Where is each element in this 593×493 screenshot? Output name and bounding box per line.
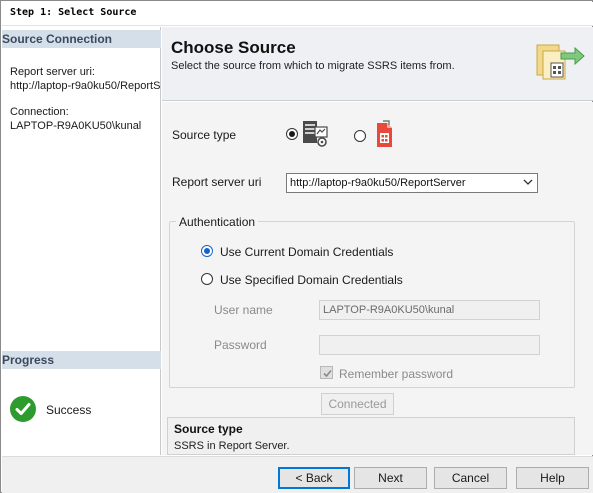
chevron-down-icon[interactable] xyxy=(523,177,533,187)
report-server-uri-select[interactable]: http://laptop-r9a0ku50/ReportServer xyxy=(286,173,538,193)
source-connection-header: Source Connection xyxy=(2,30,161,48)
user-name-value: LAPTOP-R9A0KU50\kunal xyxy=(323,304,455,316)
connected-button[interactable]: Connected xyxy=(321,393,394,415)
source-type-report-server-radio[interactable] xyxy=(286,128,298,140)
title-bar: Step 1: Select Source xyxy=(2,2,593,26)
migrate-source-icon xyxy=(535,41,585,81)
success-check-icon xyxy=(10,396,36,422)
password-field[interactable] xyxy=(319,335,540,355)
report-server-uri-label: Report server uri xyxy=(172,175,262,189)
remember-password-label[interactable]: Remember password xyxy=(339,367,453,381)
authentication-legend: Authentication xyxy=(176,215,259,229)
report-server-icon[interactable] xyxy=(301,119,331,149)
info-title: Source type xyxy=(174,422,243,436)
specified-domain-credentials-radio[interactable] xyxy=(201,273,213,285)
connection-value: LAPTOP-R9A0KU50\kunal xyxy=(10,120,142,132)
report-server-uri-select-value: http://laptop-r9a0ku50/ReportServer xyxy=(290,177,466,189)
current-domain-credentials-label[interactable]: Use Current Domain Credentials xyxy=(220,245,393,259)
remember-password-checkbox[interactable] xyxy=(320,366,333,379)
page-subtitle: Select the source from which to migrate … xyxy=(171,60,455,72)
back-button[interactable]: < Back xyxy=(278,467,350,489)
current-domain-credentials-radio[interactable] xyxy=(201,245,213,257)
wizard-window: Step 1: Select Source Source Connection … xyxy=(0,0,593,493)
report-server-uri-label: Report server uri: xyxy=(10,66,95,78)
user-name-label: User name xyxy=(214,303,273,317)
progress-header: Progress xyxy=(2,351,161,369)
left-pane: Source Connection Report server uri: htt… xyxy=(2,27,161,455)
wizard-footer: < Back Next Cancel Help xyxy=(2,456,593,493)
checkmark-icon xyxy=(323,369,332,378)
user-name-field[interactable]: LAPTOP-R9A0KU50\kunal xyxy=(319,300,540,320)
progress-status-label: Success xyxy=(46,403,92,417)
source-type-label: Source type xyxy=(172,128,237,142)
specified-domain-credentials-label[interactable]: Use Specified Domain Credentials xyxy=(220,273,403,287)
main-content: Source type Report server uri http://lap… xyxy=(162,102,593,455)
connection-label: Connection: xyxy=(10,106,69,118)
report-server-uri-value: http://laptop-r9a0ku50/ReportServer xyxy=(10,80,160,92)
source-type-info-box: Source type SSRS in Report Server. xyxy=(167,417,575,455)
next-button[interactable]: Next xyxy=(354,467,427,489)
file-package-icon[interactable] xyxy=(369,119,399,149)
window-title: Step 1: Select Source xyxy=(10,7,137,18)
page-header: Choose Source Select the source from whi… xyxy=(162,27,593,101)
progress-status: Success xyxy=(10,396,160,424)
page-title: Choose Source xyxy=(171,38,296,57)
help-button[interactable]: Help xyxy=(516,467,589,489)
source-type-file-radio[interactable] xyxy=(354,130,366,142)
cancel-button[interactable]: Cancel xyxy=(434,467,507,489)
password-label: Password xyxy=(214,338,267,352)
info-text: SSRS in Report Server. xyxy=(174,440,290,452)
